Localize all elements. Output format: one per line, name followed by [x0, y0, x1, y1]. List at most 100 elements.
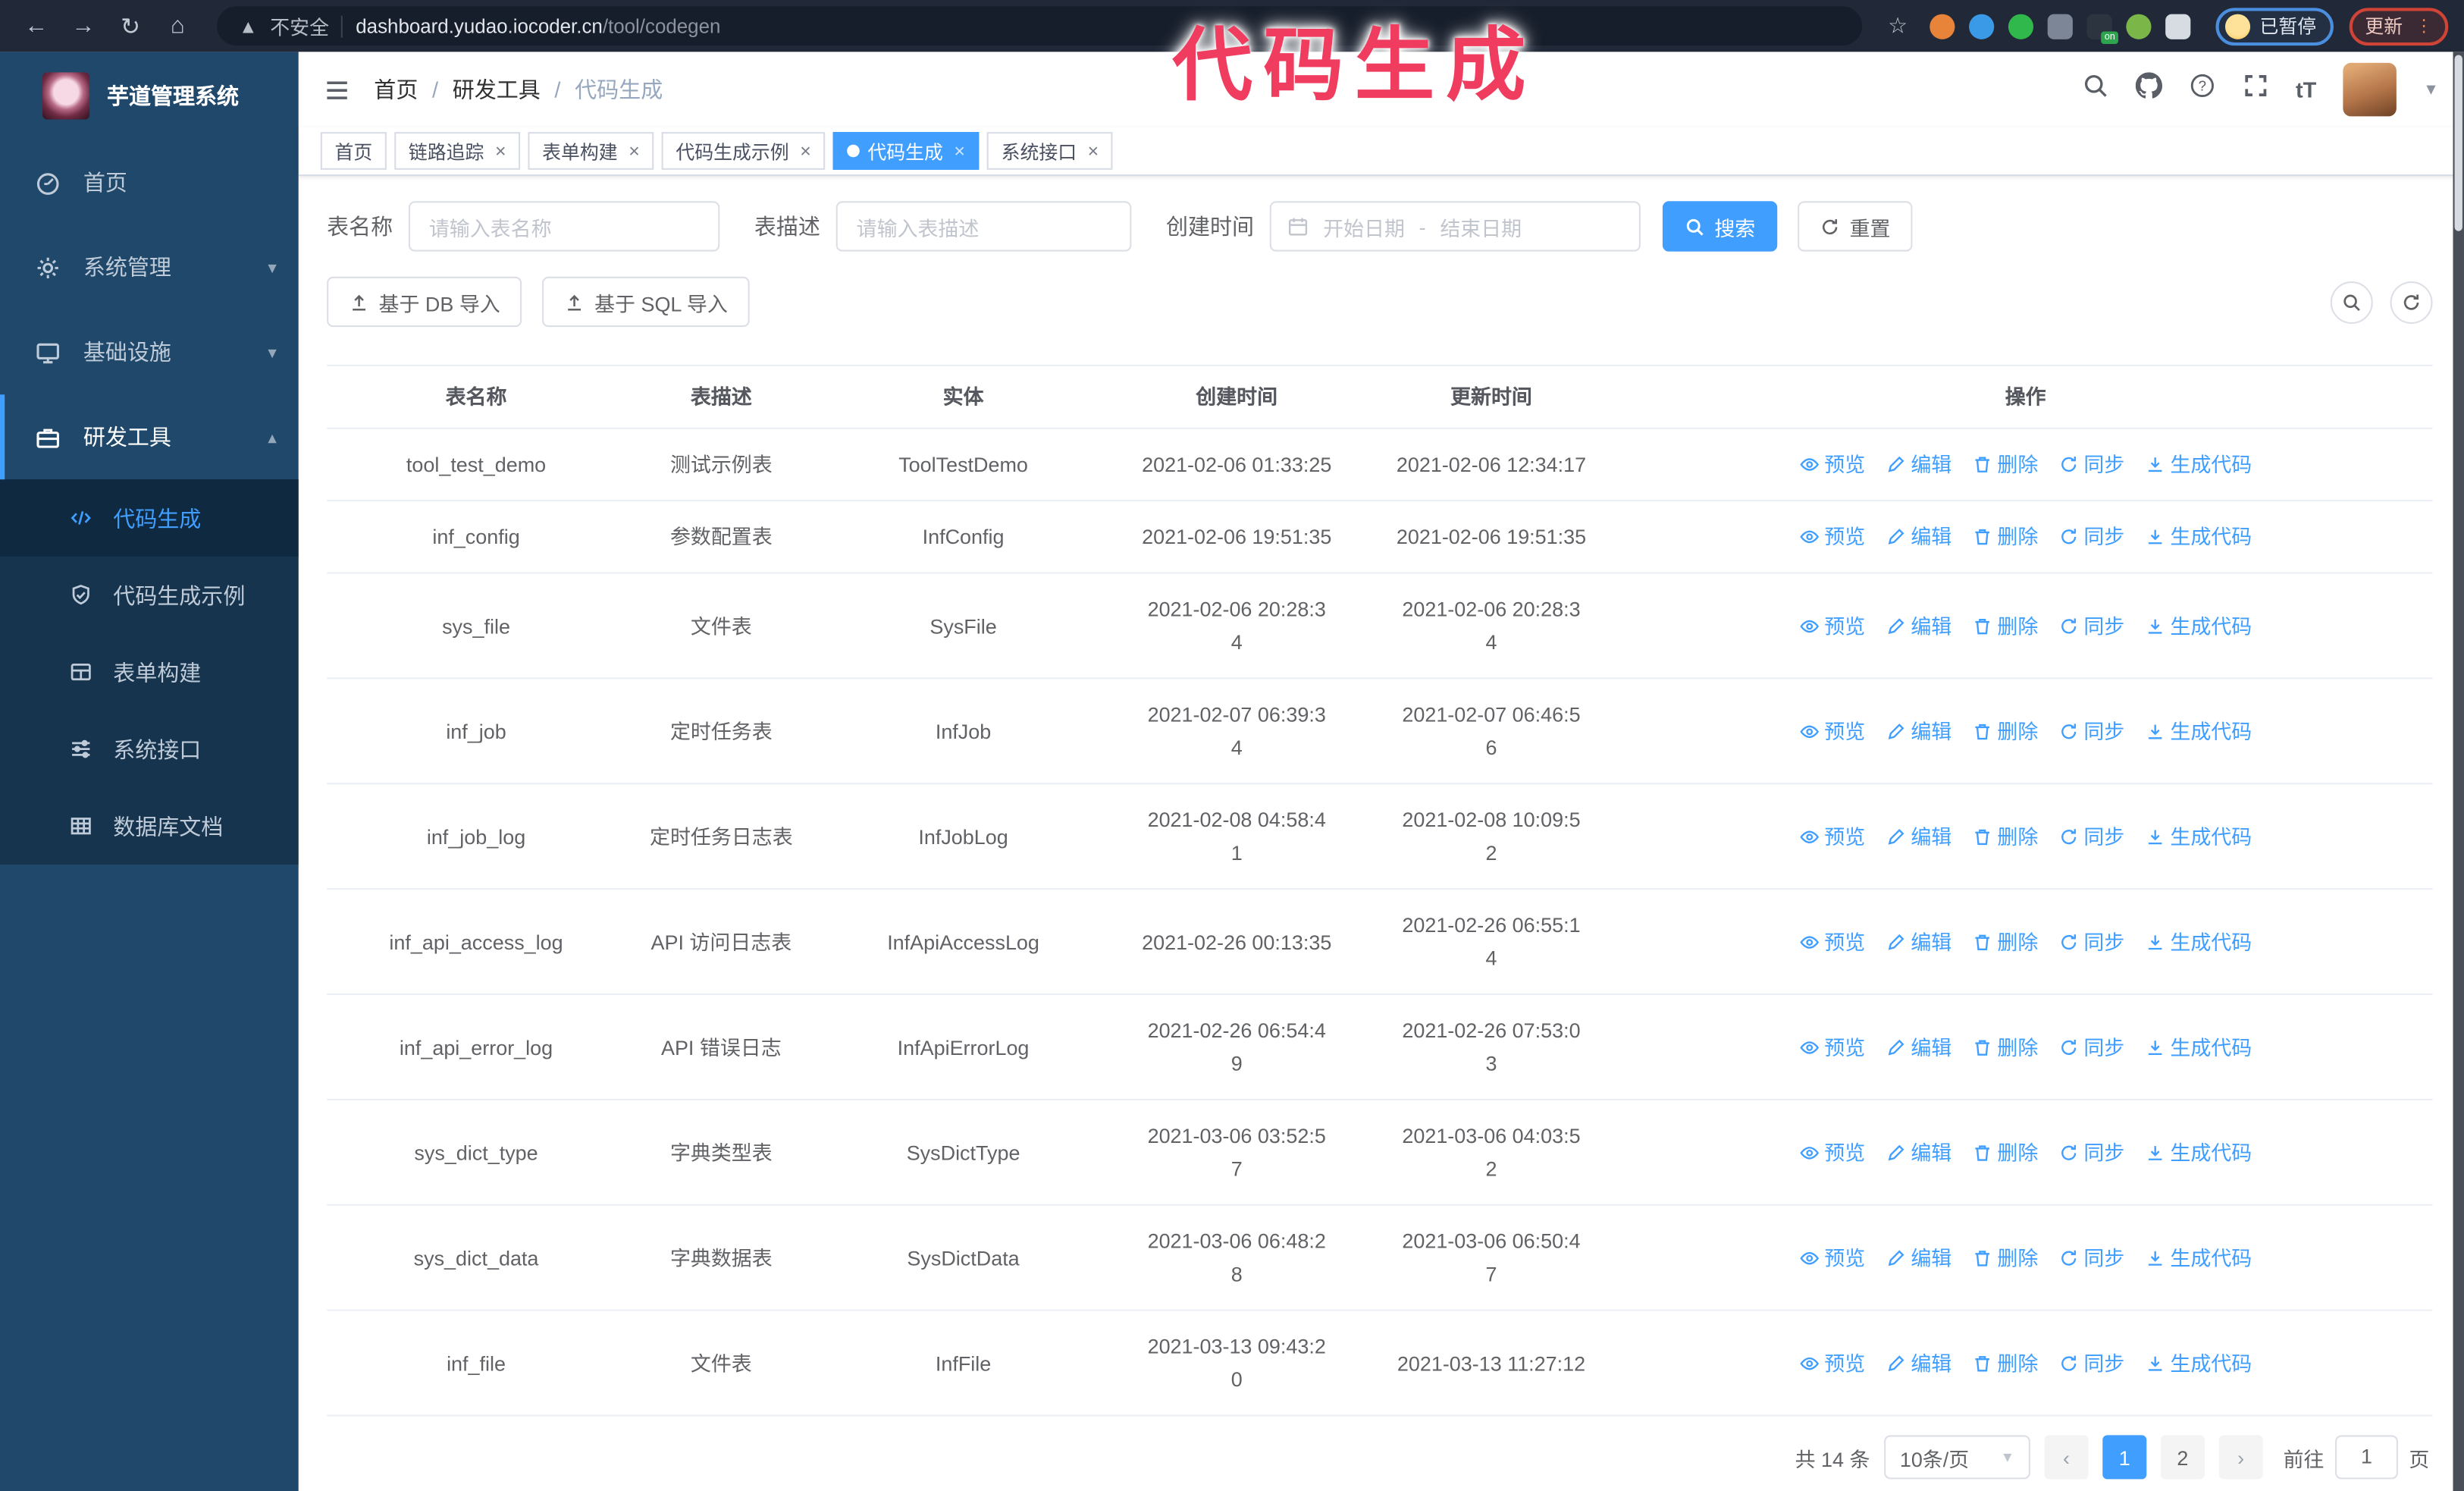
sidebar-logo-row[interactable]: 芋道管理系统: [0, 52, 299, 140]
grid-extension-icon[interactable]: [2047, 13, 2073, 39]
close-icon[interactable]: ×: [629, 142, 640, 161]
refresh-table-button[interactable]: [2390, 280, 2433, 323]
action-生成代码[interactable]: 生成代码: [2145, 1031, 2252, 1064]
action-生成代码[interactable]: 生成代码: [2145, 1136, 2252, 1169]
orange-extension-icon[interactable]: [1930, 13, 1955, 39]
action-删除[interactable]: 删除: [1972, 1241, 2038, 1274]
action-编辑[interactable]: 编辑: [1886, 925, 1951, 959]
action-删除[interactable]: 删除: [1972, 520, 2038, 554]
toggle-search-button[interactable]: [2330, 280, 2373, 323]
action-生成代码[interactable]: 生成代码: [2145, 1241, 2252, 1274]
action-编辑[interactable]: 编辑: [1886, 1241, 1951, 1274]
tab-系统接口[interactable]: 系统接口 ×: [986, 132, 1113, 170]
action-生成代码[interactable]: 生成代码: [2145, 520, 2252, 554]
reset-button[interactable]: 重置: [1798, 201, 1913, 252]
search-icon[interactable]: [2082, 72, 2108, 107]
action-同步[interactable]: 同步: [2058, 609, 2124, 642]
browser-update-button[interactable]: 更新 ⋮: [2349, 7, 2449, 46]
next-page-button[interactable]: ›: [2218, 1435, 2263, 1480]
sidebar-subitem-系统接口[interactable]: 系统接口: [0, 711, 299, 788]
action-预览[interactable]: 预览: [1799, 820, 1865, 853]
browser-forward-icon[interactable]: →: [63, 7, 104, 45]
sidebar-subitem-代码生成示例[interactable]: 代码生成示例: [0, 557, 299, 634]
action-删除[interactable]: 删除: [1972, 714, 2038, 748]
tab-代码生成示例[interactable]: 代码生成示例 ×: [661, 132, 826, 170]
action-同步[interactable]: 同步: [2058, 1031, 2124, 1064]
sidebar-fold-icon[interactable]: [324, 77, 350, 103]
action-同步[interactable]: 同步: [2058, 1241, 2124, 1274]
sidebar-subitem-表单构建[interactable]: 表单构建: [0, 633, 299, 711]
action-删除[interactable]: 删除: [1972, 1136, 2038, 1169]
github-icon[interactable]: [2135, 72, 2162, 107]
close-icon[interactable]: ×: [1088, 142, 1099, 161]
close-icon[interactable]: ×: [495, 142, 506, 161]
font-size-icon[interactable]: tT: [2296, 77, 2316, 102]
puzzle-extension-icon[interactable]: [2165, 13, 2191, 39]
action-预览[interactable]: 预览: [1799, 1241, 1865, 1274]
page-scrollbar[interactable]: [2453, 52, 2464, 1491]
action-删除[interactable]: 删除: [1972, 448, 2038, 482]
action-预览[interactable]: 预览: [1799, 714, 1865, 748]
goto-page-input[interactable]: 1: [2334, 1435, 2398, 1480]
sidebar-item-基础设施[interactable]: 基础设施 ▾: [0, 309, 299, 394]
page-button-1[interactable]: 1: [2102, 1435, 2147, 1480]
action-编辑[interactable]: 编辑: [1886, 714, 1951, 748]
import-db-button[interactable]: 基于 DB 导入: [327, 276, 522, 328]
action-编辑[interactable]: 编辑: [1886, 1346, 1951, 1380]
sidebar-item-首页[interactable]: 首页: [0, 140, 299, 224]
action-删除[interactable]: 删除: [1972, 925, 2038, 959]
scrollbar-thumb[interactable]: [2454, 55, 2462, 231]
action-编辑[interactable]: 编辑: [1886, 820, 1951, 853]
green-person-extension-icon[interactable]: [2126, 13, 2152, 39]
user-caret-down-icon[interactable]: ▼: [2423, 81, 2439, 99]
user-avatar[interactable]: [2343, 62, 2397, 117]
tab-代码生成[interactable]: 代码生成 ×: [832, 132, 980, 170]
table-name-input[interactable]: 请输入表名称: [408, 201, 720, 252]
browser-home-icon[interactable]: ⌂: [157, 7, 198, 45]
tab-首页[interactable]: 首页: [320, 132, 387, 170]
action-预览[interactable]: 预览: [1799, 1136, 1865, 1169]
action-预览[interactable]: 预览: [1799, 520, 1865, 554]
sidebar-subitem-代码生成[interactable]: 代码生成: [0, 479, 299, 557]
action-删除[interactable]: 删除: [1972, 609, 2038, 642]
close-icon[interactable]: ×: [800, 142, 811, 161]
sidebar-subitem-数据库文档[interactable]: 数据库文档: [0, 787, 299, 865]
browser-profile-badge[interactable]: 已暂停: [2215, 7, 2334, 46]
blue-gem-extension-icon[interactable]: [1969, 13, 1995, 39]
action-删除[interactable]: 删除: [1972, 1346, 2038, 1380]
action-编辑[interactable]: 编辑: [1886, 448, 1951, 482]
action-生成代码[interactable]: 生成代码: [2145, 448, 2252, 482]
action-生成代码[interactable]: 生成代码: [2145, 714, 2252, 748]
action-编辑[interactable]: 编辑: [1886, 520, 1951, 554]
page-button-2[interactable]: 2: [2160, 1435, 2205, 1480]
bookmark-star-icon[interactable]: ☆: [1888, 13, 1908, 39]
action-生成代码[interactable]: 生成代码: [2145, 609, 2252, 642]
action-生成代码[interactable]: 生成代码: [2145, 820, 2252, 853]
action-生成代码[interactable]: 生成代码: [2145, 925, 2252, 959]
date-range-input[interactable]: 开始日期 - 结束日期: [1269, 201, 1641, 252]
browser-back-icon[interactable]: ←: [16, 7, 57, 45]
help-icon[interactable]: ?: [2189, 72, 2215, 107]
browser-reload-icon[interactable]: ↻: [110, 7, 151, 45]
search-button[interactable]: 搜索: [1662, 201, 1778, 252]
action-预览[interactable]: 预览: [1799, 1346, 1865, 1380]
fullscreen-icon[interactable]: [2242, 72, 2268, 107]
action-同步[interactable]: 同步: [2058, 820, 2124, 853]
sidebar-item-系统管理[interactable]: 系统管理 ▾: [0, 224, 299, 309]
action-同步[interactable]: 同步: [2058, 520, 2124, 554]
action-删除[interactable]: 删除: [1972, 1031, 2038, 1064]
action-预览[interactable]: 预览: [1799, 925, 1865, 959]
table-desc-input[interactable]: 请输入表描述: [835, 201, 1132, 252]
action-预览[interactable]: 预览: [1799, 609, 1865, 642]
action-同步[interactable]: 同步: [2058, 925, 2124, 959]
close-icon[interactable]: ×: [954, 142, 965, 161]
page-size-select[interactable]: 10条/页 ▼: [1884, 1435, 2030, 1480]
address-bar[interactable]: ▲ 不安全 dashboard.yudao.iocoder.cn/tool/co…: [217, 6, 1863, 46]
import-sql-button[interactable]: 基于 SQL 导入: [542, 276, 750, 328]
action-同步[interactable]: 同步: [2058, 1346, 2124, 1380]
prev-page-button[interactable]: ‹: [2044, 1435, 2089, 1480]
action-编辑[interactable]: 编辑: [1886, 1031, 1951, 1064]
sidebar-item-研发工具[interactable]: 研发工具 ▴: [0, 394, 299, 480]
dark-extension-icon[interactable]: on: [2086, 13, 2118, 43]
action-同步[interactable]: 同步: [2058, 448, 2124, 482]
